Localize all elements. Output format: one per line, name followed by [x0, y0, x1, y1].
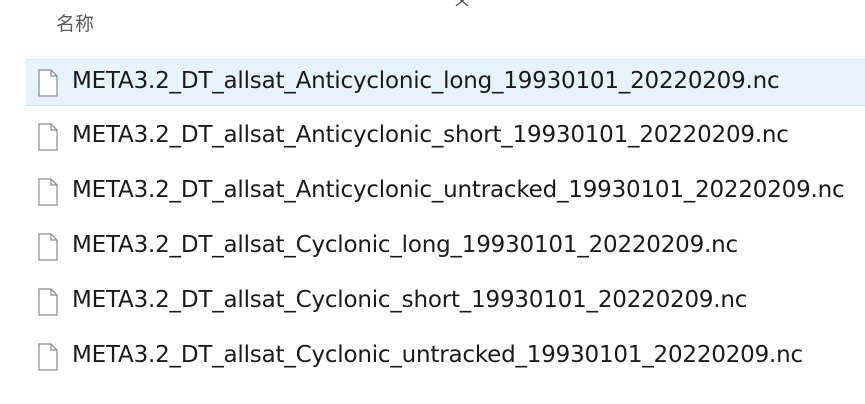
file-row[interactable]: META3.2_DT_allsat_Cyclonic_untracked_199…	[26, 334, 865, 381]
file-explorer-window: 名称 META3.2_DT_allsat_Anticyclonic_long_1…	[0, 0, 865, 404]
file-row[interactable]: META3.2_DT_allsat_Cyclonic_short_1993010…	[26, 279, 865, 326]
file-row[interactable]: META3.2_DT_allsat_Anticyclonic_short_199…	[26, 114, 865, 161]
document-icon	[38, 288, 58, 316]
document-icon	[38, 178, 58, 206]
document-icon	[38, 69, 58, 97]
file-row[interactable]: META3.2_DT_allsat_Anticyclonic_untracked…	[26, 169, 865, 216]
file-row-selected[interactable]: META3.2_DT_allsat_Anticyclonic_long_1993…	[26, 59, 865, 106]
column-header-name[interactable]: 名称	[56, 9, 94, 36]
close-icon[interactable]	[455, 0, 469, 6]
file-row[interactable]: META3.2_DT_allsat_Cyclonic_long_19930101…	[26, 224, 865, 271]
document-icon	[38, 343, 58, 371]
document-icon	[38, 123, 58, 151]
file-name[interactable]: META3.2_DT_allsat_Anticyclonic_short_199…	[72, 122, 789, 148]
file-name[interactable]: META3.2_DT_allsat_Cyclonic_long_19930101…	[72, 232, 738, 258]
file-name[interactable]: META3.2_DT_allsat_Cyclonic_untracked_199…	[72, 342, 803, 368]
file-name[interactable]: META3.2_DT_allsat_Cyclonic_short_1993010…	[72, 287, 747, 313]
file-name[interactable]: META3.2_DT_allsat_Anticyclonic_untracked…	[72, 177, 845, 203]
file-name[interactable]: META3.2_DT_allsat_Anticyclonic_long_1993…	[72, 68, 780, 94]
document-icon	[38, 233, 58, 261]
file-list: META3.2_DT_allsat_Anticyclonic_long_1993…	[26, 59, 865, 389]
